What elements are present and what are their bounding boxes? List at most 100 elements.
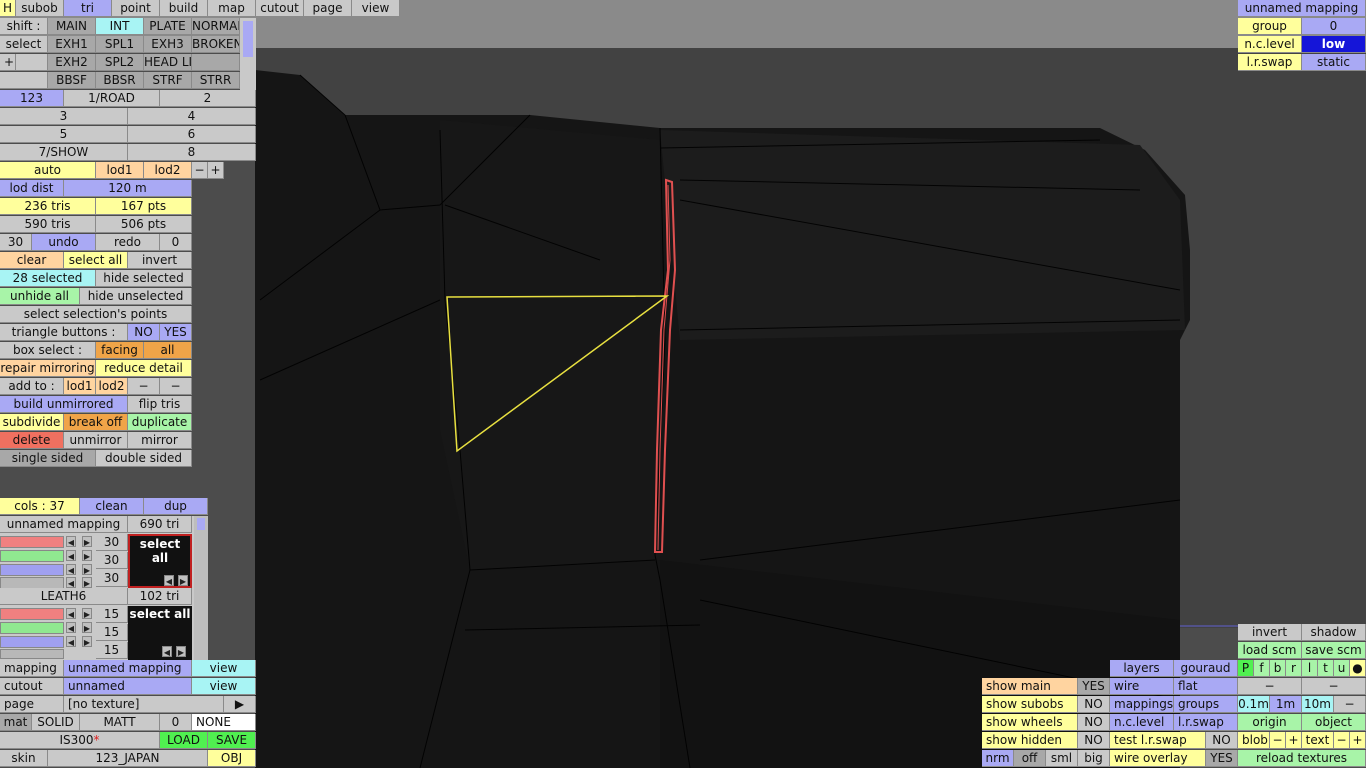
mat1-green-slider[interactable] xyxy=(0,550,64,562)
view-b-button[interactable]: b xyxy=(1270,660,1286,677)
tab-cutout[interactable]: cutout xyxy=(256,0,304,17)
mat2-green-inc[interactable]: ▶ xyxy=(82,622,92,633)
subob-head-li[interactable]: HEAD LI xyxy=(144,54,192,71)
mat1-blue-dec[interactable]: ◀ xyxy=(66,564,76,575)
off-button[interactable]: off xyxy=(1014,750,1046,767)
view-dash-1[interactable]: − xyxy=(1238,678,1302,695)
blob-minus[interactable]: − xyxy=(1270,732,1286,749)
subob-broken[interactable]: BROKEN xyxy=(192,36,240,53)
page-next-button[interactable]: ▶ xyxy=(224,696,256,713)
delete-button[interactable]: delete xyxy=(0,432,64,449)
subob-plate[interactable]: PLATE xyxy=(144,18,192,35)
mat1-red-inc[interactable]: ▶ xyxy=(82,536,92,547)
group-6[interactable]: 6 xyxy=(128,126,256,143)
mat1-blue-slider[interactable] xyxy=(0,564,64,576)
tab-point[interactable]: point xyxy=(112,0,160,17)
single-sided-button[interactable]: single sided xyxy=(0,450,96,467)
mat2-green-slider[interactable] xyxy=(0,622,64,634)
select-points-button[interactable]: select selection's points xyxy=(0,306,192,323)
nrm-button[interactable]: nrm xyxy=(982,750,1014,767)
view-dash-2[interactable]: − xyxy=(1302,678,1366,695)
reload-textures-button[interactable]: reload textures xyxy=(1238,750,1366,767)
subob-bbsf[interactable]: BBSF xyxy=(48,72,96,89)
blob-plus[interactable]: + xyxy=(1286,732,1302,749)
save-button[interactable]: SAVE xyxy=(208,732,256,749)
group-7-show[interactable]: 7/SHOW xyxy=(0,144,128,161)
view-l-button[interactable]: l xyxy=(1302,660,1318,677)
show-wheels-toggle[interactable]: NO xyxy=(1078,714,1110,731)
mat1-next[interactable]: ▶ xyxy=(178,575,188,586)
double-sided-button[interactable]: double sided xyxy=(96,450,192,467)
materials-scrollbar[interactable] xyxy=(194,516,208,660)
filename[interactable]: IS300* xyxy=(0,732,160,749)
material-2-select-all[interactable]: select all xyxy=(128,607,192,621)
mat-number[interactable]: 0 xyxy=(160,714,192,731)
lod1-button[interactable]: lod1 xyxy=(96,162,144,179)
mat2-red-slider[interactable] xyxy=(0,608,64,620)
break-off-button[interactable]: break off xyxy=(64,414,128,431)
mat2-blue-inc[interactable]: ▶ xyxy=(82,636,92,647)
mapping-value[interactable]: unnamed mapping xyxy=(64,660,192,677)
triangle-buttons-yes[interactable]: YES xyxy=(160,324,192,341)
tab-tri[interactable]: tri xyxy=(64,0,112,17)
subob-exh3[interactable]: EXH3 xyxy=(144,36,192,53)
group-1-road[interactable]: 1/ROAD xyxy=(64,90,160,107)
mat-none-field[interactable]: NONE xyxy=(192,714,256,731)
mat2-green-dec[interactable]: ◀ xyxy=(66,622,76,633)
lod-minus-button[interactable]: − xyxy=(192,162,208,179)
add-to-dash-2[interactable]: − xyxy=(160,378,192,395)
group-123[interactable]: 123 xyxy=(0,90,64,107)
mat1-green-dec[interactable]: ◀ xyxy=(66,550,76,561)
show-hidden-toggle[interactable]: NO xyxy=(1078,732,1110,749)
groups-button[interactable]: groups xyxy=(1174,696,1238,713)
view-r-button[interactable]: r xyxy=(1286,660,1302,677)
mat2-red-inc[interactable]: ▶ xyxy=(82,608,92,619)
group-5[interactable]: 5 xyxy=(0,126,128,143)
obj-button[interactable]: OBJ xyxy=(208,750,256,767)
box-select-facing[interactable]: facing xyxy=(96,342,144,359)
wire-button[interactable]: wire xyxy=(1110,678,1174,695)
nc-level-value[interactable]: low xyxy=(1302,36,1366,53)
mat1-prev[interactable]: ◀ xyxy=(164,575,174,586)
scrollbar-thumb[interactable] xyxy=(243,21,253,57)
tab-build[interactable]: build xyxy=(160,0,208,17)
tab-page[interactable]: page xyxy=(304,0,352,17)
lr-swap-view-button[interactable]: l.r.swap xyxy=(1174,714,1238,731)
material-1-preview[interactable]: select all ◀ ▶ xyxy=(128,534,192,588)
subob-bbsr[interactable]: BBSR xyxy=(96,72,144,89)
duplicate-button[interactable]: duplicate xyxy=(128,414,192,431)
origin-button[interactable]: origin xyxy=(1238,714,1302,731)
mat1-alpha-dec[interactable]: ◀ xyxy=(66,577,76,588)
save-scm-button[interactable]: save scm xyxy=(1302,642,1366,659)
tab-map[interactable]: map xyxy=(208,0,256,17)
clean-button[interactable]: clean xyxy=(80,498,144,515)
material-2-preview[interactable]: select all ◀ ▶ xyxy=(128,606,192,660)
hide-selected-button[interactable]: hide selected xyxy=(96,270,192,287)
mat2-prev[interactable]: ◀ xyxy=(162,646,172,657)
load-scm-button[interactable]: load scm xyxy=(1238,642,1302,659)
plus-button[interactable]: + xyxy=(0,54,16,71)
mat2-next[interactable]: ▶ xyxy=(176,646,186,657)
h-button[interactable]: H xyxy=(0,0,16,17)
subob-int[interactable]: INT xyxy=(96,18,144,35)
view-p-button[interactable]: P xyxy=(1238,660,1254,677)
dup-button[interactable]: dup xyxy=(144,498,208,515)
material-1-name[interactable]: unnamed mapping xyxy=(0,516,128,533)
tab-subob[interactable]: subob xyxy=(16,0,64,17)
group-value[interactable]: 0 xyxy=(1302,18,1366,35)
build-unmirrored-button[interactable]: build unmirrored xyxy=(0,396,128,413)
subob-main[interactable]: MAIN xyxy=(48,18,96,35)
solid-button[interactable]: SOLID xyxy=(32,714,80,731)
view-dot-button[interactable]: ● xyxy=(1350,660,1366,677)
object-button[interactable]: object xyxy=(1302,714,1366,731)
unmirror-button[interactable]: unmirror xyxy=(64,432,128,449)
material-2-name[interactable]: LEATH6 xyxy=(0,588,128,605)
mat2-alpha-slider[interactable] xyxy=(0,649,64,659)
text-plus[interactable]: + xyxy=(1350,732,1366,749)
mat1-red-dec[interactable]: ◀ xyxy=(66,536,76,547)
mat1-blue-inc[interactable]: ▶ xyxy=(82,564,92,575)
mat1-red-slider[interactable] xyxy=(0,536,64,548)
subob-scrollbar[interactable] xyxy=(240,18,256,90)
mirror-button[interactable]: mirror xyxy=(128,432,192,449)
view-invert-button[interactable]: invert xyxy=(1238,624,1302,641)
